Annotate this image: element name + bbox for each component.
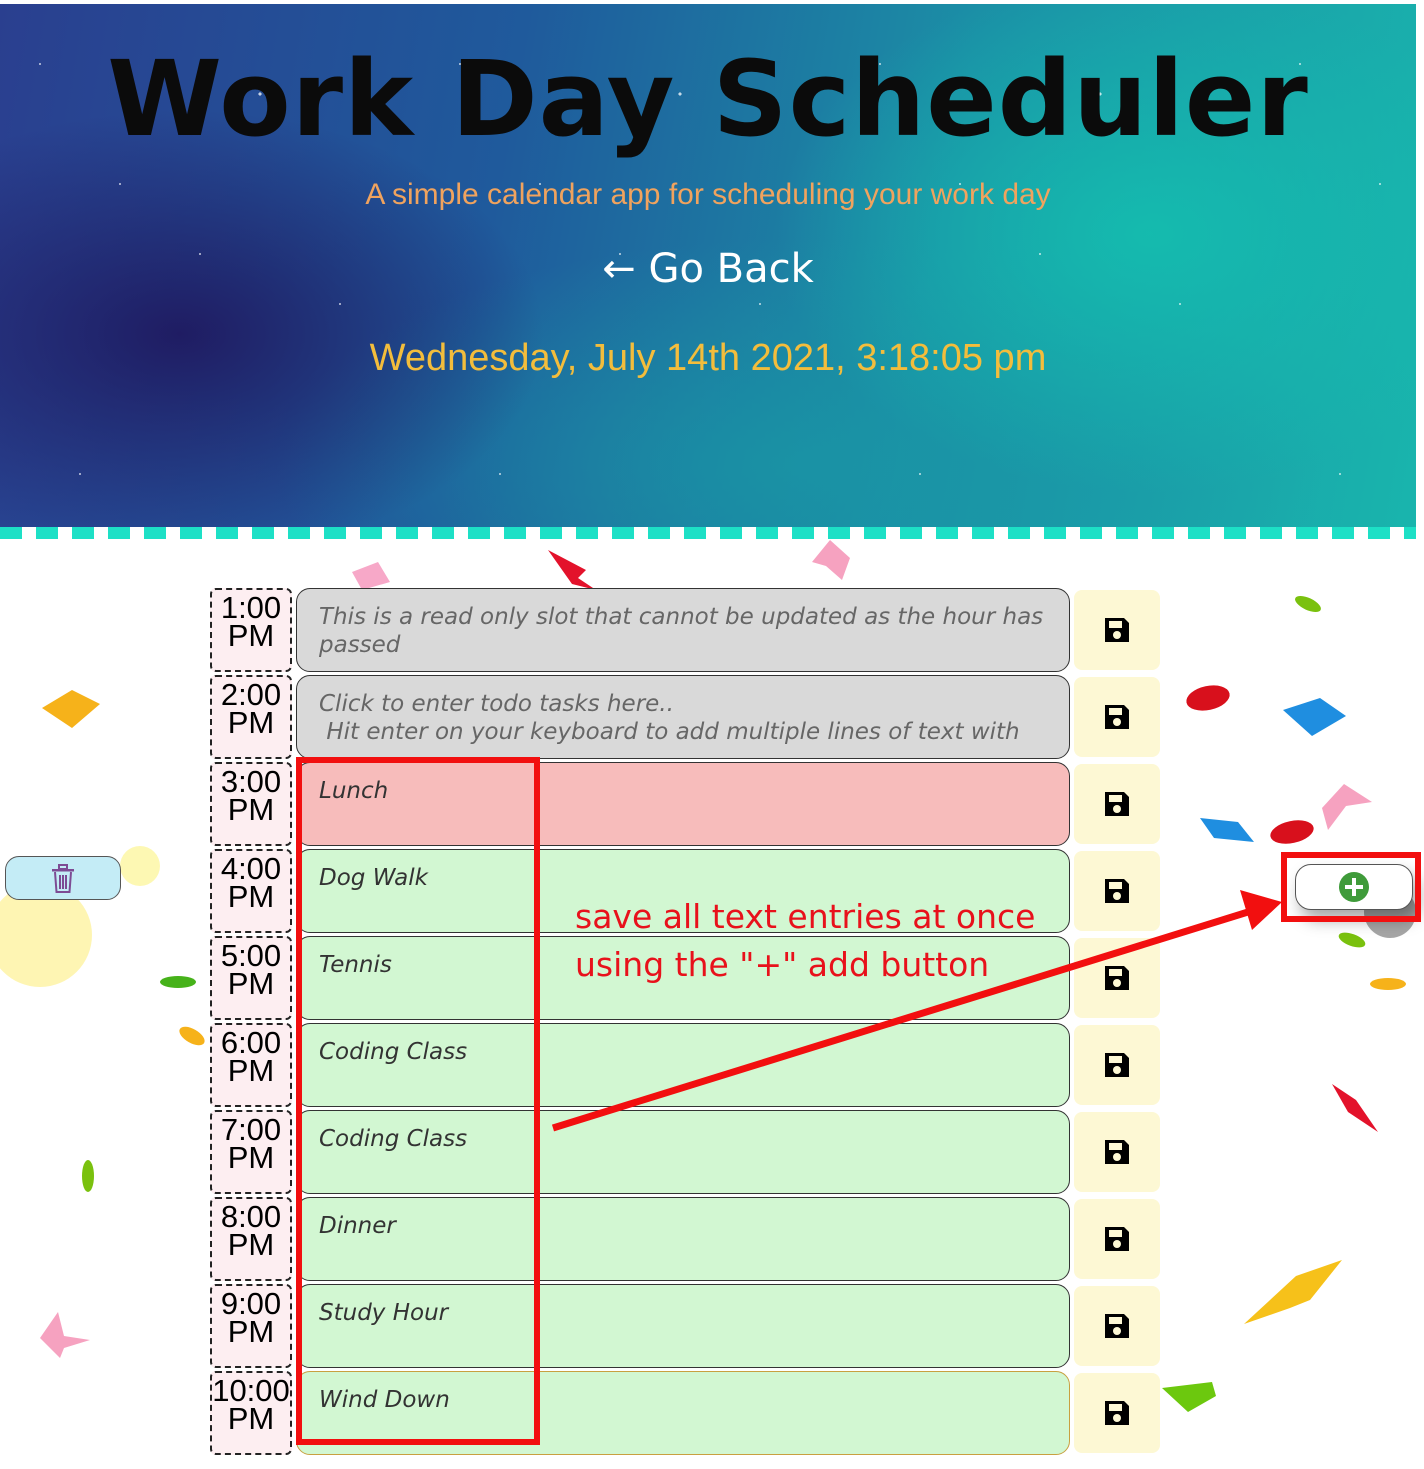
hour-label: 3:00 PM [210,762,292,846]
floppy-disk-icon [1105,879,1129,903]
trash-icon [52,864,74,893]
annotation-callout: save all text entries at once using the … [575,893,1045,989]
floppy-disk-icon [1105,1401,1129,1425]
floppy-disk-icon [1105,966,1129,990]
floppy-disk-icon [1105,618,1129,642]
current-datetime: Wednesday, July 14th 2021, 3:18:05 pm [369,337,1047,379]
hour-label: 6:00 PM [210,1023,292,1107]
time-block-2pm: 2:00 PM Click to enter todo tasks here.. … [210,675,1162,761]
hour-label: 1:00 PM [210,588,292,672]
floppy-disk-icon [1105,705,1129,729]
hour-label: 9:00 PM [210,1284,292,1368]
go-back-link[interactable]: ← Go Back [0,246,1416,292]
save-button[interactable] [1074,677,1160,757]
save-button[interactable] [1074,1025,1160,1105]
delete-all-button[interactable] [5,856,121,900]
hour-label: 8:00 PM [210,1197,292,1281]
annotation-line-2: using the "+" add button [575,945,990,984]
save-button[interactable] [1074,764,1160,844]
page-subtitle: A simple calendar app for scheduling you… [365,178,1051,211]
task-textarea: This is a read only slot that cannot be … [296,588,1070,672]
floppy-disk-icon [1105,1140,1129,1164]
hero-dashed-border [0,527,1416,539]
page-title: Work Day Scheduler [107,38,1309,160]
save-button[interactable] [1074,938,1160,1018]
save-button[interactable] [1074,851,1160,931]
task-textarea[interactable]: Click to enter todo tasks here.. Hit ent… [296,675,1070,759]
hour-label: 7:00 PM [210,1110,292,1194]
hour-label: 5:00 PM [210,936,292,1020]
hour-label: 4:00 PM [210,849,292,933]
floppy-disk-icon [1105,1227,1129,1251]
save-button[interactable] [1074,1199,1160,1279]
floppy-disk-icon [1105,1053,1129,1077]
save-button[interactable] [1074,1373,1160,1453]
annotation-highlight-add-button [1281,852,1421,922]
save-button[interactable] [1074,590,1160,670]
save-button[interactable] [1074,1112,1160,1192]
save-button[interactable] [1074,1286,1160,1366]
floppy-disk-icon [1105,792,1129,816]
annotation-highlight-tasks [296,757,540,1445]
annotation-line-1: save all text entries at once [575,897,1036,936]
hour-label: 2:00 PM [210,675,292,759]
hour-label: 10:00 PM [210,1371,292,1455]
floppy-disk-icon [1105,1314,1129,1338]
time-block-1pm: 1:00 PM This is a read only slot that can… [210,588,1162,674]
